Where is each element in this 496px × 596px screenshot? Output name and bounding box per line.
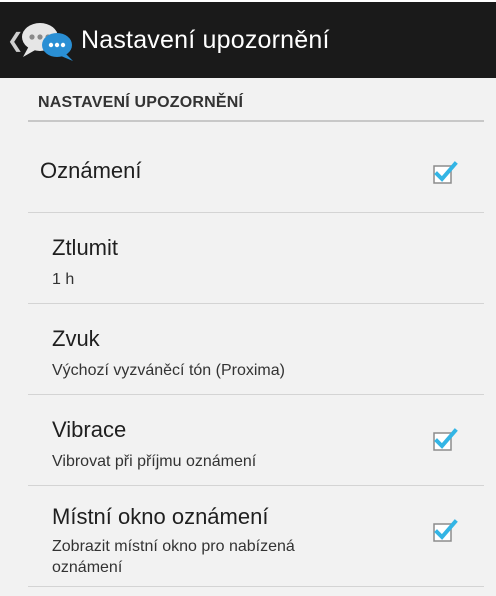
notifications-checkbox[interactable] [432,160,458,186]
pref-summary-line1: Zobrazit místní okno pro nabízená [52,538,295,555]
pref-summary: Výchozí vyzváněcí tón (Proxima) [52,362,285,379]
pref-summary: Vibrovat při příjmu oznámení [52,453,257,470]
action-bar: ❮ Nastavení upozornění [0,0,496,78]
pref-sound[interactable]: Zvuk Výchozí vyzváněcí tón (Proxima) [0,304,496,394]
pref-title: Zvuk [52,326,100,351]
pref-mute[interactable]: Ztlumit 1 h [0,213,496,303]
popup-checkbox[interactable] [432,518,458,544]
preferences-list: NASTAVENÍ UPOZORNĚNÍ Oznámení Ztlumit 1 … [0,78,496,596]
chevron-left-icon[interactable]: ❮ [7,28,24,53]
divider [28,586,484,587]
pref-title: Ztlumit [52,235,118,260]
page-title: Nastavení upozornění [81,25,330,54]
pref-title: Vibrace [52,417,127,442]
chat-bubbles-icon[interactable] [17,15,81,65]
pref-popup[interactable]: Místní okno oznámení Zobrazit místní okn… [0,486,496,584]
pref-title: Oznámení [40,158,142,183]
pref-notifications[interactable]: Oznámení [0,122,496,212]
section-header: NASTAVENÍ UPOZORNĚNÍ [38,94,244,111]
pref-title: Místní okno oznámení [52,504,269,529]
pref-vibration[interactable]: Vibrace Vibrovat při příjmu oznámení [0,395,496,485]
pref-summary: 1 h [52,271,75,288]
vibration-checkbox[interactable] [432,427,458,453]
pref-summary-line2: oznámení [52,559,123,576]
